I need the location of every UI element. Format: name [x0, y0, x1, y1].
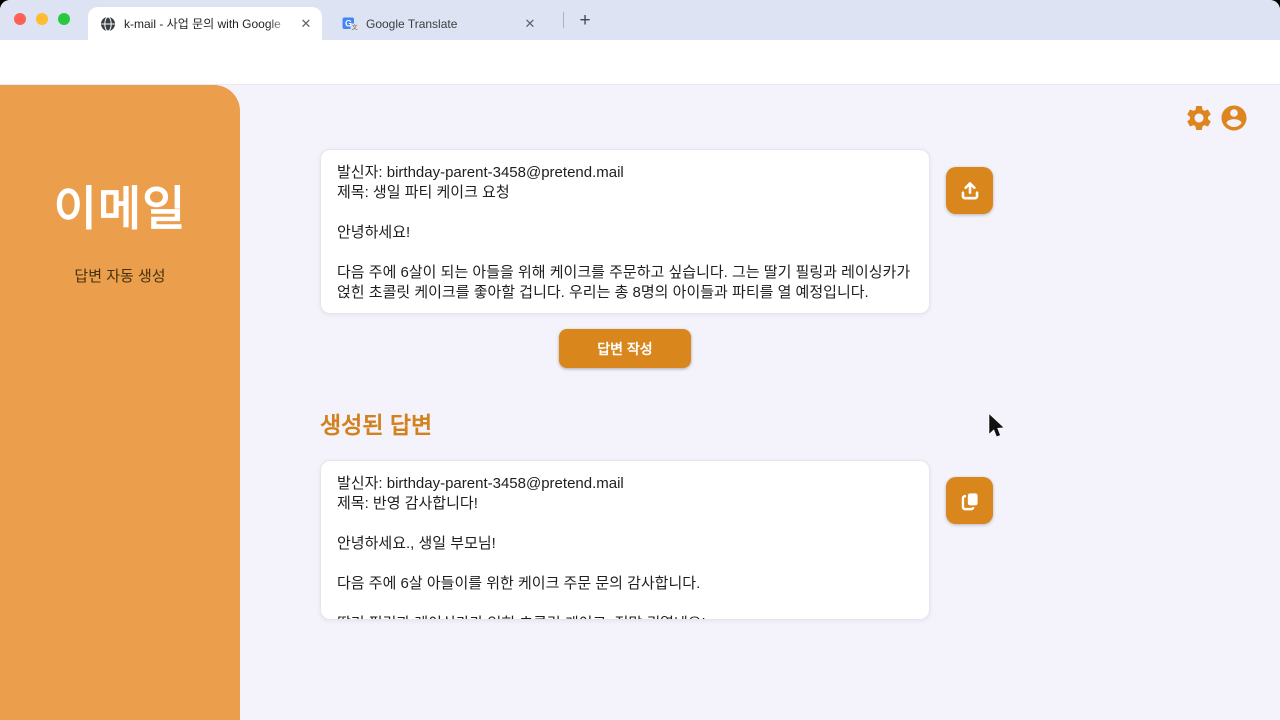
generated-reply-heading: 생성된 답변: [320, 406, 432, 440]
tab-title: Google Translate: [366, 17, 516, 31]
browser-window: k-mail - 사업 문의 with Google ✕ G 文 Google …: [0, 0, 1280, 720]
app-subtitle: 답변 자동 생성: [0, 265, 240, 286]
reply-blank-line: [337, 514, 913, 534]
maximize-window-button[interactable]: [58, 13, 70, 25]
incoming-email-card: 발신자: birthday-parent-3458@pretend.mail 제…: [320, 149, 930, 314]
close-tab-icon[interactable]: ✕: [298, 16, 314, 32]
svg-text:文: 文: [352, 23, 358, 31]
reply-greeting: 안녕하세요., 생일 부모님!: [337, 534, 913, 554]
email-subject: 제목: 생일 파티 케이크 요청: [337, 183, 913, 203]
reply-body-clipped: 딸기 필링과 레이싱카가 얹힌 초콜릿 케이크, 정말 귀엽네요!: [337, 614, 913, 620]
browser-toolbar: 127.0.0.1:5000: [0, 40, 1280, 85]
copy-button[interactable]: [946, 477, 993, 524]
reply-from: 발신자: birthday-parent-3458@pretend.mail: [337, 474, 913, 494]
upload-icon: [957, 178, 983, 204]
tab-divider: [563, 12, 564, 28]
minimize-window-button[interactable]: [36, 13, 48, 25]
close-tab-icon[interactable]: ✕: [522, 16, 538, 32]
reply-subject: 제목: 반영 감사합니다!: [337, 494, 913, 514]
copy-icon: [957, 488, 983, 514]
tab-strip: k-mail - 사업 문의 with Google ✕ G 文 Google …: [0, 0, 1280, 40]
email-blank-line: [337, 243, 913, 263]
reply-blank-line: [337, 594, 913, 614]
email-body: 다음 주에 6살이 되는 아들을 위해 케이크를 주문하고 싶습니다. 그는 딸…: [337, 263, 913, 303]
google-translate-icon: G 文: [342, 16, 358, 32]
person-circle-icon[interactable]: [1219, 103, 1249, 133]
tab-kmail[interactable]: k-mail - 사업 문의 with Google ✕: [88, 7, 322, 40]
generated-reply-card: 발신자: birthday-parent-3458@pretend.mail 제…: [320, 460, 930, 620]
sidebar: 이메일 답변 자동 생성: [0, 85, 240, 720]
mouse-cursor: [988, 413, 1006, 440]
page-content: 이메일 답변 자동 생성 발신자: birthday-parent-3458@p…: [0, 85, 1280, 720]
tab-google-translate[interactable]: G 文 Google Translate ✕: [330, 7, 554, 40]
compose-reply-button[interactable]: 답변 작성: [559, 329, 691, 368]
globe-icon: [100, 16, 116, 32]
email-greeting: 안녕하세요!: [337, 223, 913, 243]
tab-title: k-mail - 사업 문의 with Google: [124, 15, 292, 32]
gear-icon[interactable]: [1184, 103, 1214, 133]
close-window-button[interactable]: [14, 13, 26, 25]
app-title: 이메일: [0, 170, 240, 239]
email-blank-line: [337, 203, 913, 223]
upload-button[interactable]: [946, 167, 993, 214]
email-from: 발신자: birthday-parent-3458@pretend.mail: [337, 163, 913, 183]
new-tab-button[interactable]: +: [572, 8, 598, 34]
reply-blank-line: [337, 554, 913, 574]
reply-body: 다음 주에 6살 아들이를 위한 케이크 주문 문의 감사합니다.: [337, 574, 913, 594]
